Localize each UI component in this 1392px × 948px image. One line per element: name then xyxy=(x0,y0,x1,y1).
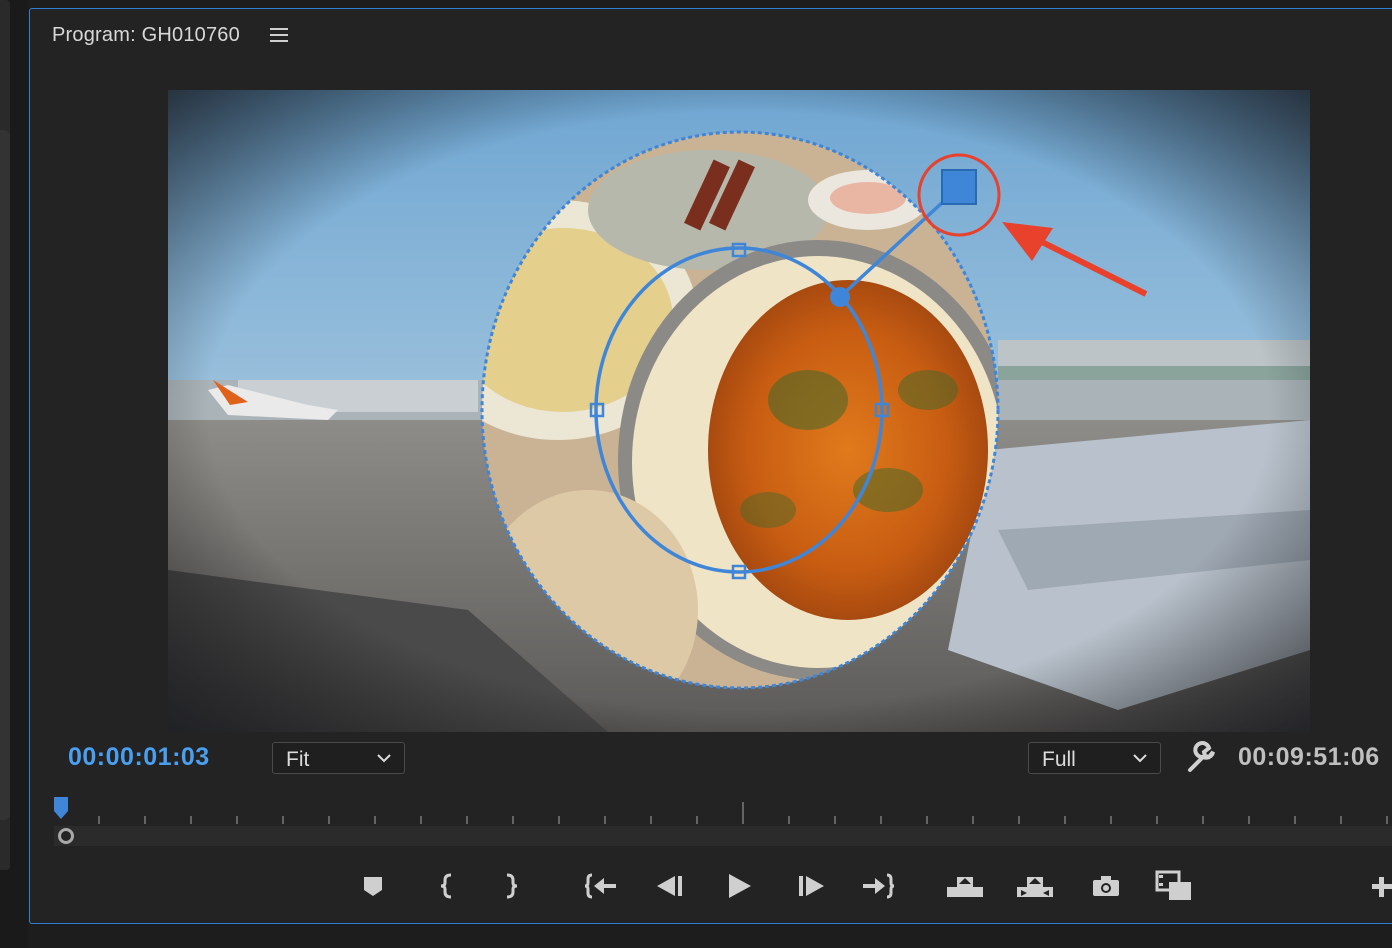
add-button[interactable] xyxy=(1370,868,1392,904)
mark-out-icon xyxy=(506,873,518,899)
camera-icon xyxy=(1093,876,1119,896)
current-timecode[interactable]: 00:00:01:03 xyxy=(68,743,210,772)
step-back-icon xyxy=(657,876,682,896)
hamburger-menu-icon[interactable] xyxy=(270,28,288,44)
step-forward-icon xyxy=(799,876,824,896)
extract-button[interactable] xyxy=(1015,868,1055,904)
plus-icon xyxy=(1372,877,1392,897)
zoom-scroll-handle[interactable] xyxy=(58,828,74,844)
lift-icon xyxy=(947,877,983,897)
add-marker-button[interactable] xyxy=(355,868,391,904)
wrench-icon[interactable] xyxy=(1184,741,1218,775)
zoom-level-dropdown[interactable]: Fit xyxy=(272,742,405,774)
play-icon xyxy=(729,874,751,898)
play-button[interactable] xyxy=(721,868,757,904)
zoom-scroll-bar[interactable] xyxy=(54,826,1392,846)
video-frame-image xyxy=(168,90,1310,732)
extract-icon xyxy=(1017,877,1053,897)
panel-title: Program: GH010760 xyxy=(52,24,240,46)
mark-in-button[interactable] xyxy=(429,868,465,904)
go-to-out-icon xyxy=(863,873,895,899)
duration-timecode: 00:09:51:06 xyxy=(1238,743,1380,771)
lift-button[interactable] xyxy=(945,868,985,904)
playback-resolution-value: Full xyxy=(1042,748,1076,771)
marker-icon xyxy=(364,877,382,896)
adjacent-panel-edge xyxy=(0,0,28,948)
video-frame[interactable] xyxy=(168,90,1310,732)
playhead[interactable] xyxy=(54,797,68,823)
zoom-level-value: Fit xyxy=(286,748,310,771)
playback-resolution-dropdown[interactable]: Full xyxy=(1028,742,1161,774)
export-frame-button[interactable] xyxy=(1088,868,1124,904)
comparison-view-button[interactable] xyxy=(1155,868,1195,904)
panel-scrollbar-thumb[interactable] xyxy=(0,130,10,820)
go-to-out-button[interactable] xyxy=(860,868,896,904)
mark-out-button[interactable] xyxy=(493,868,529,904)
comparison-view-icon xyxy=(1155,870,1191,900)
go-to-in-icon xyxy=(584,873,616,899)
mark-in-icon xyxy=(440,873,452,899)
chevron-down-icon xyxy=(1133,754,1147,763)
step-forward-button[interactable] xyxy=(793,868,829,904)
step-back-button[interactable] xyxy=(652,868,688,904)
go-to-in-button[interactable] xyxy=(583,868,619,904)
chevron-down-icon xyxy=(377,754,391,763)
